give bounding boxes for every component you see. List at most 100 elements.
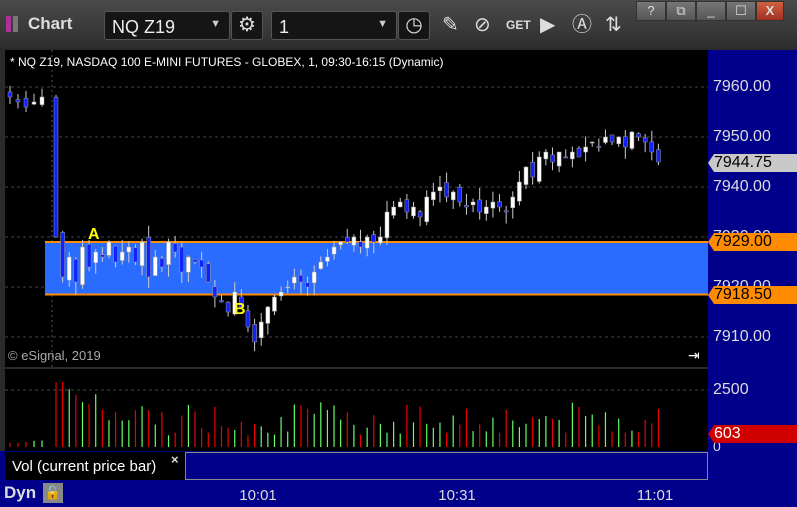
candle-body [66, 256, 72, 281]
candle-body [206, 263, 211, 283]
candle-body [172, 243, 178, 253]
candle-body [556, 151, 562, 167]
candle-body [60, 232, 65, 278]
candle-body [397, 201, 403, 208]
candle-body [570, 151, 575, 160]
candle-body [225, 301, 231, 313]
candle-body [31, 101, 37, 105]
copyright: © eSignal, 2019 [8, 348, 101, 363]
candle-body [338, 241, 343, 246]
candle-body [126, 246, 132, 253]
candle-body [272, 296, 277, 312]
candle-body [477, 199, 482, 213]
candle-body [80, 246, 85, 285]
candle-body [219, 300, 224, 303]
chart-canvas [5, 50, 708, 447]
candle-body [384, 211, 390, 239]
dynamic-mode-label[interactable]: Dyn [4, 483, 36, 503]
candle-body [589, 141, 595, 144]
candle-body [331, 246, 337, 255]
candle-body [15, 99, 21, 103]
candle-body [444, 182, 449, 198]
candle-body [470, 201, 476, 206]
candle-body [53, 96, 59, 238]
candle-body [629, 131, 635, 149]
candle-body [133, 247, 138, 263]
volume-legend-area [185, 452, 708, 480]
candle-body [285, 286, 290, 289]
candle-body [391, 206, 396, 216]
candle-body [311, 271, 317, 284]
candle-body [603, 136, 608, 143]
candle-body [179, 246, 185, 273]
lock-icon[interactable]: 🔓 [43, 483, 63, 503]
time-tick: 10:01 [239, 487, 277, 504]
candle-body [642, 137, 648, 143]
candle-body [258, 321, 264, 338]
candle-body [7, 91, 13, 98]
candle-body [192, 259, 198, 263]
candle-body [543, 151, 549, 160]
support-resistance-zone [45, 242, 708, 295]
candle-body [583, 146, 588, 153]
candle-body [278, 291, 284, 297]
candle-body [649, 141, 655, 153]
candle-body [464, 205, 469, 208]
candle-body [252, 324, 257, 343]
candle-body [457, 187, 463, 203]
time-tick: 11:01 [636, 487, 674, 504]
candle-body [656, 149, 661, 163]
candle-body [106, 241, 112, 256]
candle-body [298, 274, 304, 283]
candle-body [358, 241, 363, 248]
candle-body [351, 236, 357, 246]
scroll-to-end-icon[interactable]: ⇥ [688, 347, 700, 364]
candle-body [450, 191, 456, 201]
candle-body [305, 282, 310, 288]
candle-body [636, 133, 641, 138]
candle-body [576, 148, 582, 158]
candle-body [265, 306, 271, 324]
candle-body [153, 256, 158, 276]
candle-body [159, 258, 165, 268]
volume-legend: Vol (current price bar) × [5, 452, 185, 480]
candle-body [550, 154, 555, 163]
candle-body [39, 96, 45, 105]
candle-body [378, 236, 383, 244]
candle-body [437, 186, 443, 191]
candle-body [404, 199, 410, 213]
candle-body [199, 259, 204, 268]
price-tick: 7950.00 [713, 128, 771, 145]
candle-body [364, 236, 370, 249]
candle-body [623, 136, 628, 148]
candle-body [318, 261, 324, 269]
label-b: B [234, 301, 246, 318]
candle-body [411, 206, 416, 217]
candle-body [431, 191, 436, 200]
candle-body [424, 196, 429, 222]
candle-body [497, 201, 502, 208]
candle-body [490, 201, 496, 209]
level-low-tag: 7918.50 [708, 286, 797, 304]
candle-body [503, 210, 509, 213]
candle-body [212, 286, 218, 298]
candle-body [517, 181, 522, 202]
candle-body [113, 245, 118, 263]
candle-body [119, 251, 125, 261]
candle-body [530, 161, 535, 178]
candle-body [166, 241, 171, 265]
candle-body [245, 310, 251, 328]
candle-body [417, 211, 423, 218]
chart-header: * NQ Z19, NASDAQ 100 E-MINI FUTURES - GL… [10, 55, 444, 69]
price-tick: 7940.00 [713, 178, 771, 195]
candle-body [93, 251, 98, 263]
candle-body [563, 156, 568, 159]
label-a: A [88, 226, 100, 243]
candle-body [325, 256, 330, 262]
close-study-icon[interactable]: × [171, 452, 179, 467]
candle-body [186, 256, 191, 273]
candle-body [146, 237, 151, 278]
time-tick: 10:31 [438, 487, 476, 504]
candle-body [345, 236, 350, 243]
candle-body [537, 156, 542, 182]
